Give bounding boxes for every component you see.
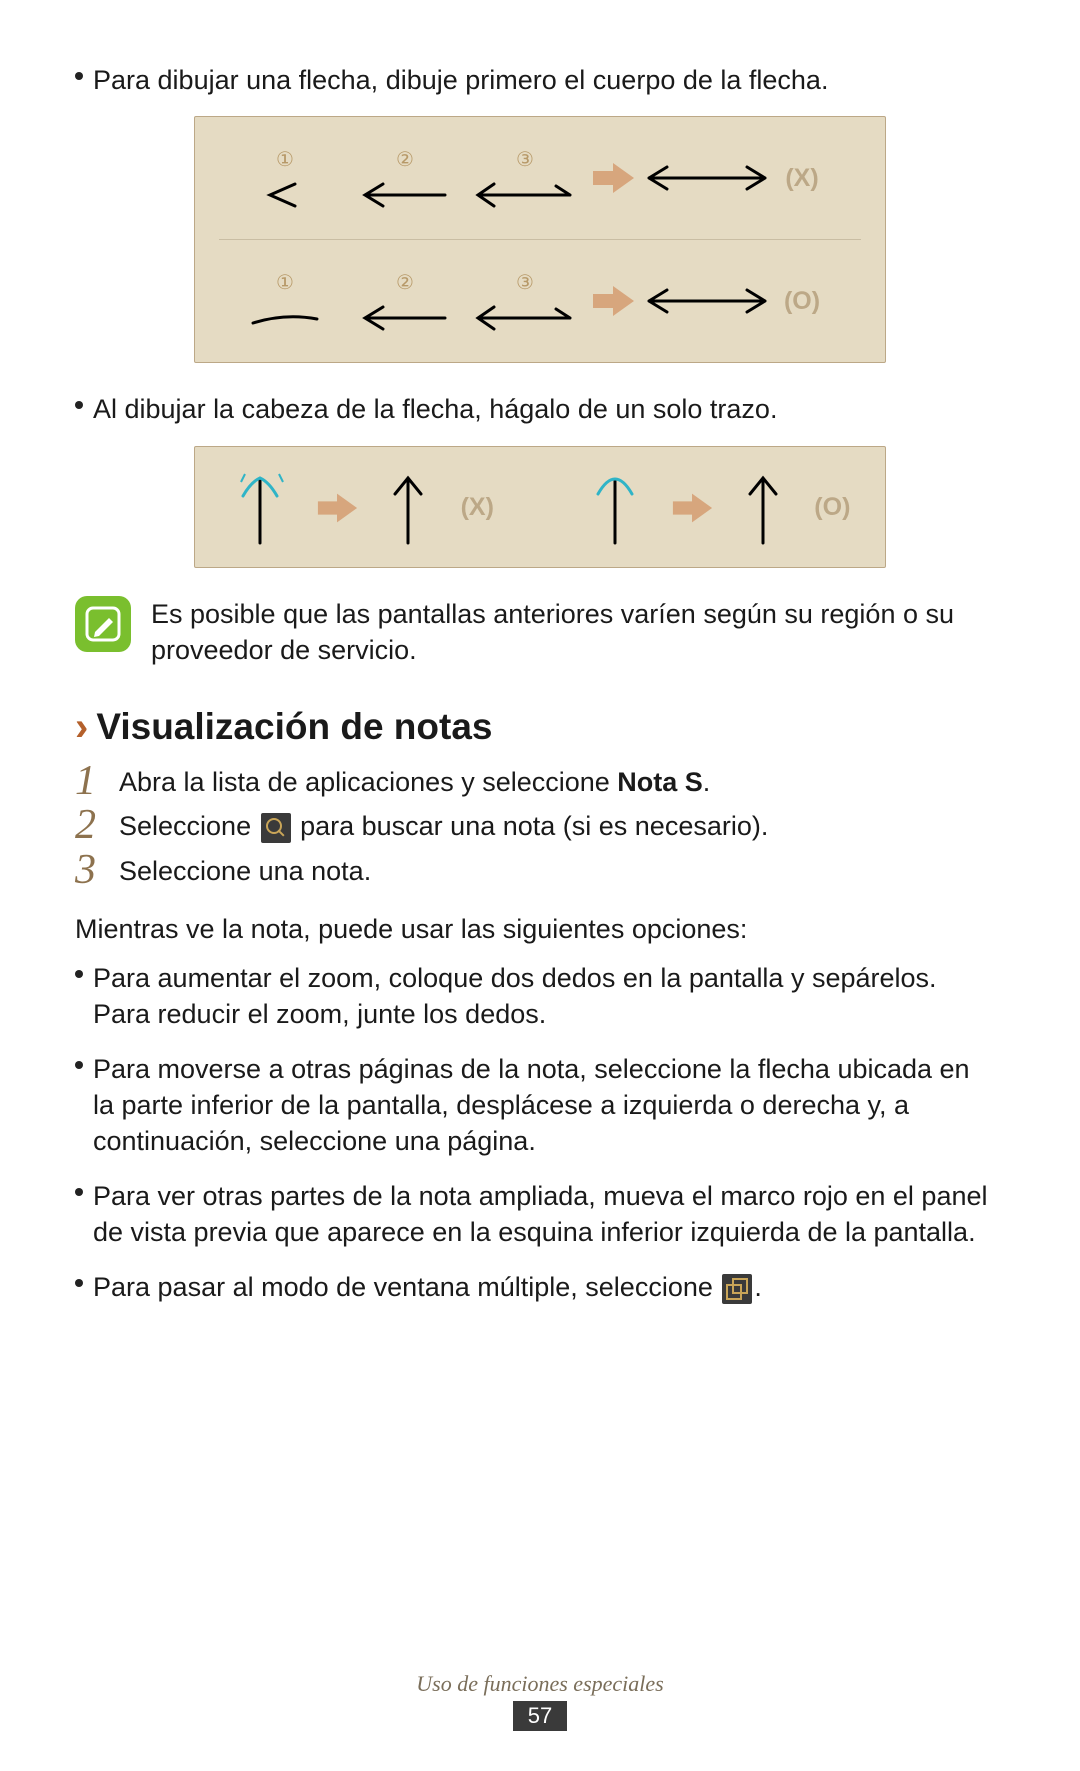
option-zoom: Para aumentar el zoom, coloque dos dedos…	[75, 960, 1005, 1033]
bullet-dot-icon	[75, 72, 83, 80]
arrow-up-icon	[738, 468, 786, 548]
options-list: Para aumentar el zoom, coloque dos dedos…	[75, 960, 1005, 1306]
step-1: 1 Abra la lista de aplicaciones y selecc…	[75, 762, 1005, 803]
step-text: Seleccione una nota.	[119, 851, 1005, 892]
bullet-dot-icon	[75, 401, 83, 409]
step-text: Abra la lista de aplicaciones y seleccio…	[119, 767, 617, 797]
step-3: 3 Seleccione una nota.	[75, 851, 1005, 892]
double-arrow-icon	[647, 286, 767, 316]
arrow-up-singlestroke-icon	[580, 468, 647, 548]
document-page: Para dibujar una flecha, dibuje primero …	[0, 0, 1080, 1771]
bullet-text: Para dibujar una flecha, dibuje primero …	[93, 62, 1005, 98]
note-text: Es posible que las pantallas anteriores …	[151, 596, 1005, 669]
illus-row-right: ① ② ③	[195, 240, 885, 362]
stroke-arrow-both-icon	[470, 303, 580, 333]
verdict-wrong: (X)	[449, 493, 506, 522]
arrow-up-multistroke-icon	[225, 468, 292, 548]
options-intro: Mientras ve la nota, puede usar las sigu…	[75, 911, 1005, 947]
bullet-dot-icon	[75, 1188, 83, 1196]
step-number-3: ③	[516, 270, 534, 295]
note-pen-icon	[75, 596, 131, 652]
step-number: 3	[75, 849, 119, 891]
option-text: Para aumentar el zoom, coloque dos dedos…	[93, 960, 1005, 1033]
bullet-dot-icon	[75, 970, 83, 978]
stroke-line-icon	[245, 303, 325, 333]
verdict-right: (O)	[772, 287, 832, 316]
result-arrow-icon	[591, 284, 636, 318]
step-text: para buscar una nota (si es necesario).	[293, 811, 769, 841]
app-name: Nota S	[617, 767, 703, 797]
illustration-arrow-head: (X) (O)	[194, 446, 886, 568]
verdict-right: (O)	[804, 493, 861, 522]
bullet-text: Al dibujar la cabeza de la flecha, hágal…	[93, 391, 1005, 427]
note-callout: Es posible que las pantallas anteriores …	[75, 596, 1005, 669]
result-arrow-icon	[316, 491, 359, 525]
stroke-chevron-icon	[250, 180, 320, 210]
page-footer: Uso de funciones especiales 57	[0, 1671, 1080, 1731]
option-text: Para ver otras partes de la nota ampliad…	[93, 1178, 1005, 1251]
section-title: › Visualización de notas	[75, 705, 1005, 750]
stroke-arrow-both-icon	[470, 180, 580, 210]
step-number-1: ①	[276, 147, 294, 172]
footer-section-name: Uso de funciones especiales	[0, 1671, 1080, 1697]
verdict-wrong: (X)	[772, 164, 832, 193]
stroke-arrow-left-icon	[355, 303, 455, 333]
step-text: .	[703, 767, 711, 797]
chevron-right-icon: ›	[75, 705, 88, 750]
multiwindow-icon	[722, 1274, 752, 1304]
search-icon	[261, 813, 291, 843]
bullet-arrow-body: Para dibujar una flecha, dibuje primero …	[75, 62, 1005, 98]
illus-row-wrong: ① ② ③	[195, 117, 885, 239]
result-arrow-icon	[671, 491, 714, 525]
step-number-1: ①	[276, 270, 294, 295]
bullet-dot-icon	[75, 1279, 83, 1287]
step-number-2: ②	[396, 270, 414, 295]
illustration-arrow-body: ① ② ③	[194, 116, 886, 363]
bullet-arrow-head: Al dibujar la cabeza de la flecha, hágal…	[75, 391, 1005, 427]
page-number: 57	[513, 1701, 567, 1731]
option-text: .	[754, 1272, 762, 1302]
section-heading: Visualización de notas	[96, 706, 492, 748]
step-2: 2 Seleccione para buscar una nota (si es…	[75, 806, 1005, 847]
double-arrow-icon	[647, 163, 767, 193]
option-text: Para moverse a otras páginas de la nota,…	[93, 1051, 1005, 1160]
option-text: Para pasar al modo de ventana múltiple, …	[93, 1272, 720, 1302]
step-text: Seleccione	[119, 811, 259, 841]
step-number-3: ③	[516, 147, 534, 172]
result-arrow-icon	[591, 161, 636, 195]
step-number-2: ②	[396, 147, 414, 172]
option-pages: Para moverse a otras páginas de la nota,…	[75, 1051, 1005, 1160]
step-number: 1	[75, 760, 119, 802]
option-multiwindow: Para pasar al modo de ventana múltiple, …	[75, 1269, 1005, 1305]
bullet-dot-icon	[75, 1061, 83, 1069]
option-preview: Para ver otras partes de la nota ampliad…	[75, 1178, 1005, 1251]
arrow-up-icon	[383, 468, 431, 548]
stroke-arrow-left-icon	[355, 180, 455, 210]
step-number: 2	[75, 804, 119, 846]
